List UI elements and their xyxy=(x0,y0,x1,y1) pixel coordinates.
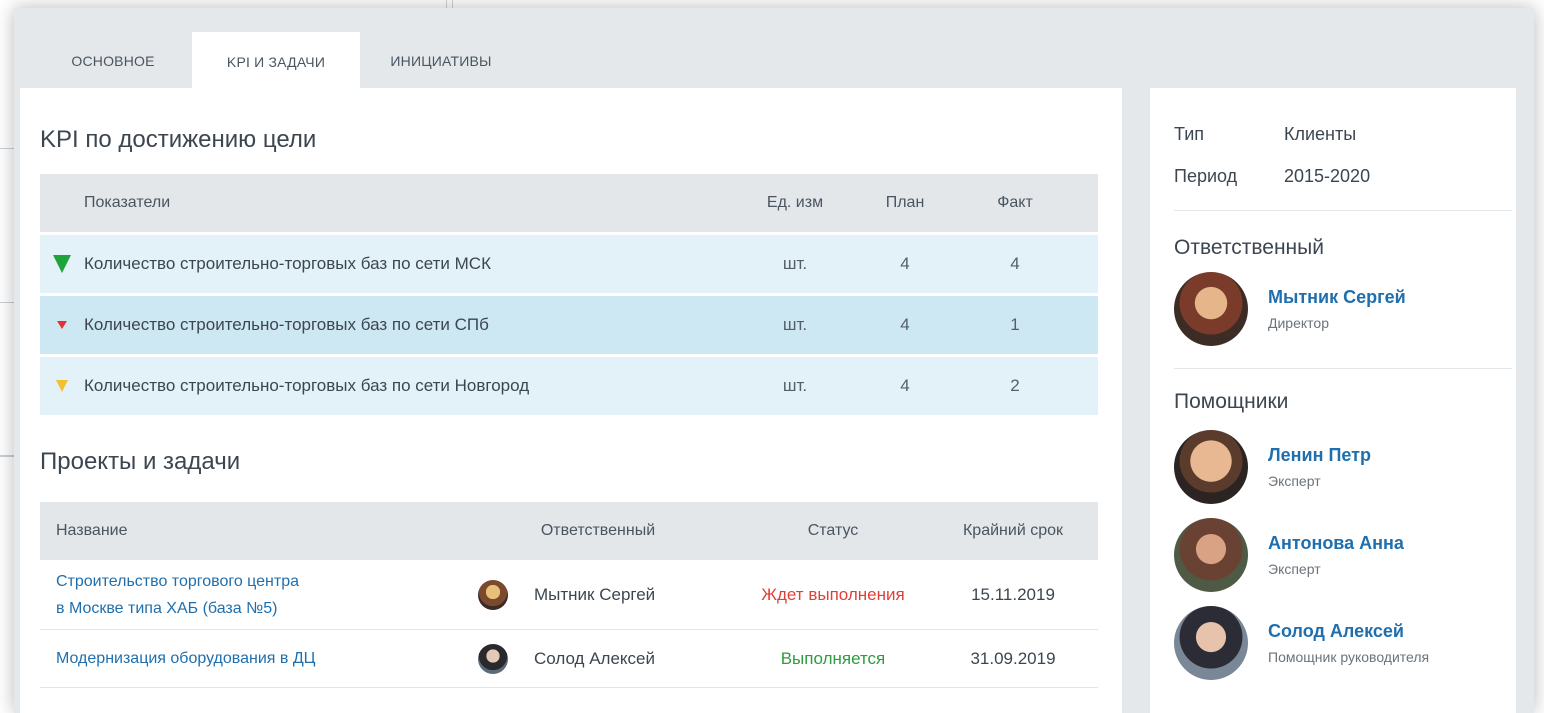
avatar xyxy=(478,579,508,610)
period-label: Период xyxy=(1174,166,1238,186)
column-header-fact: Факт xyxy=(997,194,1033,211)
kpi-row[interactable]: Количество строительно-торговых баз по с… xyxy=(40,357,1098,415)
tab-kpi-tasks[interactable]: KPI И ЗАДАЧИ xyxy=(192,32,360,92)
helpers-title: Помощники xyxy=(1174,390,1289,413)
column-header-status: Статус xyxy=(807,522,859,539)
kpi-unit: шт. xyxy=(782,254,808,273)
column-header-responsible: Ответственный xyxy=(540,522,656,539)
responsible-name: Мытник Сергей xyxy=(534,584,656,604)
responsible-title: Ответственный xyxy=(1174,236,1324,259)
divider xyxy=(1174,368,1512,369)
project-name-line: Строительство торгового центра xyxy=(56,572,300,590)
kpi-unit: шт. xyxy=(782,376,808,395)
column-header-name: Название xyxy=(56,522,128,539)
avatar xyxy=(478,643,508,674)
green-funnel-icon xyxy=(40,255,84,273)
main-panel: KPI по достижению цели Показатели Ед. из… xyxy=(20,88,1122,713)
kpi-row[interactable]: Количество строительно-торговых баз по с… xyxy=(40,296,1098,354)
kpi-row[interactable]: Количество строительно-торговых баз по с… xyxy=(40,235,1098,293)
kpi-name: Количество строительно-торговых баз по с… xyxy=(84,254,491,273)
kpi-fact: 4 xyxy=(1010,254,1020,273)
person-role: Эксперт xyxy=(1268,473,1321,489)
tab-bar: ОСНОВНОЕ KPI И ЗАДАЧИ ИНИЦИАТИВЫ xyxy=(34,32,522,92)
kpi-section-title: KPI по достижению цели xyxy=(40,126,317,153)
project-row: Строительство торгового центра в Москве … xyxy=(40,560,1098,630)
kpi-table: Показатели Ед. изм План Факт Количество … xyxy=(40,174,1098,415)
project-link[interactable]: Строительство торгового центра в Москве … xyxy=(40,568,458,622)
projects-section-title: Проекты и задачи xyxy=(40,448,241,475)
kpi-plan: 4 xyxy=(900,315,910,334)
kpi-unit: шт. xyxy=(782,315,808,334)
person-role: Помощник руководителя xyxy=(1268,649,1430,665)
kpi-table-header: Показатели Ед. изм План Факт xyxy=(40,174,1098,232)
side-panel: Тип Клиенты Период 2015-2020 Ответственн… xyxy=(1150,88,1516,713)
kpi-name-cell: Количество строительно-торговых баз по с… xyxy=(40,315,740,335)
person-name[interactable]: Антонова Анна xyxy=(1268,533,1404,554)
kpi-plan: 4 xyxy=(900,254,910,273)
column-header-unit: Ед. изм xyxy=(766,194,824,211)
kpi-name-cell: Количество строительно-торговых баз по с… xyxy=(40,254,740,274)
type-row: Тип Клиенты xyxy=(1174,124,1356,145)
kpi-fact: 1 xyxy=(1010,315,1020,334)
person-role: Директор xyxy=(1268,315,1329,331)
kpi-name: Количество строительно-торговых баз по с… xyxy=(84,376,530,395)
avatar xyxy=(1174,430,1248,504)
helper-person[interactable]: Ленин Петр Эксперт xyxy=(1174,430,1371,504)
kpi-name-cell: Количество строительно-торговых баз по с… xyxy=(40,376,740,396)
yellow-funnel-icon xyxy=(40,380,84,392)
kpi-fact: 2 xyxy=(1010,376,1020,395)
divider xyxy=(1174,210,1512,211)
red-funnel-icon xyxy=(40,321,84,329)
kpi-name: Количество строительно-торговых баз по с… xyxy=(84,315,489,334)
type-value: Клиенты xyxy=(1284,124,1357,144)
project-link[interactable]: Модернизация оборудования в ДЦ xyxy=(40,645,458,672)
responsible-person[interactable]: Мытник Сергей Директор xyxy=(1174,272,1406,346)
deadline: 31.09.2019 xyxy=(970,648,1056,668)
goal-card-window: ОСНОВНОЕ KPI И ЗАДАЧИ ИНИЦИАТИВЫ KPI по … xyxy=(14,8,1534,713)
tab-initiatives[interactable]: ИНИЦИАТИВЫ xyxy=(360,32,522,90)
person-name[interactable]: Мытник Сергей xyxy=(1268,287,1406,308)
project-responsible[interactable]: Мытник Сергей xyxy=(458,579,738,610)
status-badge: Выполняется xyxy=(780,648,886,668)
helper-person[interactable]: Антонова Анна Эксперт xyxy=(1174,518,1404,592)
avatar xyxy=(1174,518,1248,592)
avatar xyxy=(1174,606,1248,680)
project-name-line: в Москве типа ХАБ (база №5) xyxy=(56,599,278,617)
person-role: Эксперт xyxy=(1268,561,1321,577)
projects-table: Название Ответственный Статус Крайний ср… xyxy=(40,502,1098,688)
tab-main[interactable]: ОСНОВНОЕ xyxy=(34,32,192,90)
project-row: Модернизация оборудования в ДЦ Солод Але… xyxy=(40,630,1098,688)
period-value: 2015-2020 xyxy=(1284,166,1371,186)
column-header-indicators: Показатели xyxy=(84,194,171,211)
person-name[interactable]: Солод Алексей xyxy=(1268,621,1429,642)
type-label: Тип xyxy=(1174,124,1205,144)
helper-person[interactable]: Солод Алексей Помощник руководителя xyxy=(1174,606,1429,680)
deadline: 15.11.2019 xyxy=(971,584,1055,604)
projects-table-header: Название Ответственный Статус Крайний ср… xyxy=(40,502,1098,560)
kpi-plan: 4 xyxy=(900,376,910,395)
person-name[interactable]: Ленин Петр xyxy=(1268,445,1371,466)
column-header-deadline: Крайний срок xyxy=(962,522,1063,539)
avatar xyxy=(1174,272,1248,346)
project-responsible[interactable]: Солод Алексей xyxy=(458,643,738,674)
period-row: Период 2015-2020 xyxy=(1174,166,1370,187)
project-name-line: Модернизация оборудования в ДЦ xyxy=(56,650,316,667)
column-header-plan: План xyxy=(885,194,925,211)
responsible-name: Солод Алексей xyxy=(534,648,655,668)
status-badge: Ждет выполнения xyxy=(761,584,905,604)
